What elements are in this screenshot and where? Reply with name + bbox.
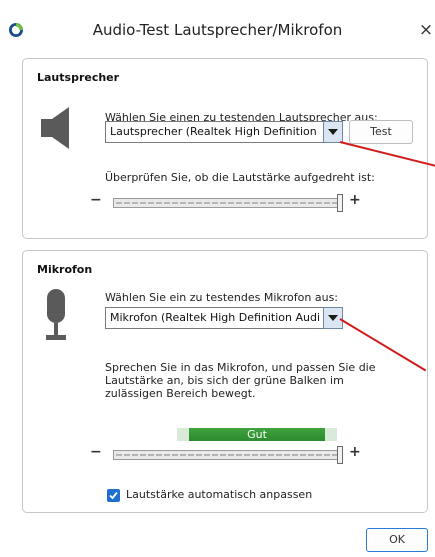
title-bar: Audio-Test Lautsprecher/Mikrofon × xyxy=(0,0,435,60)
microphone-volume-slider[interactable] xyxy=(113,450,343,460)
speaker-volume-thumb[interactable] xyxy=(337,194,343,212)
microphone-level-indicator: Gut xyxy=(177,428,337,441)
microphone-volume-thumb[interactable] xyxy=(337,446,343,464)
microphone-device-dropdown[interactable]: Mikrofon (Realtek High Definition Audio) xyxy=(105,307,343,329)
audio-test-dialog: Audio-Test Lautsprecher/Mikrofon × Lauts… xyxy=(0,0,435,557)
test-speaker-button[interactable]: Test xyxy=(349,120,413,144)
speaker-icon xyxy=(39,105,75,151)
microphone-device-value: Mikrofon (Realtek High Definition Audio) xyxy=(110,311,320,324)
microphone-select-prompt: Wählen Sie ein zu testendes Mikrofon aus… xyxy=(105,291,339,304)
auto-adjust-label[interactable]: Lautstärke automatisch anpassen xyxy=(126,488,312,501)
microphone-volume-plus: + xyxy=(349,444,361,460)
speaker-group-title: Lautsprecher xyxy=(37,71,120,84)
level-label: Gut xyxy=(247,428,267,441)
auto-adjust-checkbox[interactable] xyxy=(107,489,120,502)
microphone-instructions: Sprechen Sie in das Mikrofon, und passen… xyxy=(105,361,376,400)
microphone-icon xyxy=(45,289,67,343)
speaker-volume-prompt: Überprüfen Sie, ob die Lautstärke aufged… xyxy=(105,171,375,184)
window-title: Audio-Test Lautsprecher/Mikrofon xyxy=(92,21,343,39)
speaker-volume-minus: − xyxy=(90,192,102,208)
speaker-device-value: Lautsprecher (Realtek High Definition Au… xyxy=(110,125,320,138)
microphone-group-title: Mikrofon xyxy=(37,263,93,276)
microphone-volume-minus: − xyxy=(90,444,102,460)
close-button[interactable]: × xyxy=(418,20,434,40)
microphone-group: Mikrofon Wählen Sie ein zu testendes Mik… xyxy=(22,250,428,513)
ok-button[interactable]: OK xyxy=(366,528,428,552)
speaker-device-dropdown[interactable]: Lautsprecher (Realtek High Definition Au… xyxy=(105,121,343,143)
speaker-volume-plus: + xyxy=(349,192,361,208)
speaker-volume-slider[interactable] xyxy=(113,198,343,208)
speaker-dropdown-arrow[interactable] xyxy=(323,121,343,143)
